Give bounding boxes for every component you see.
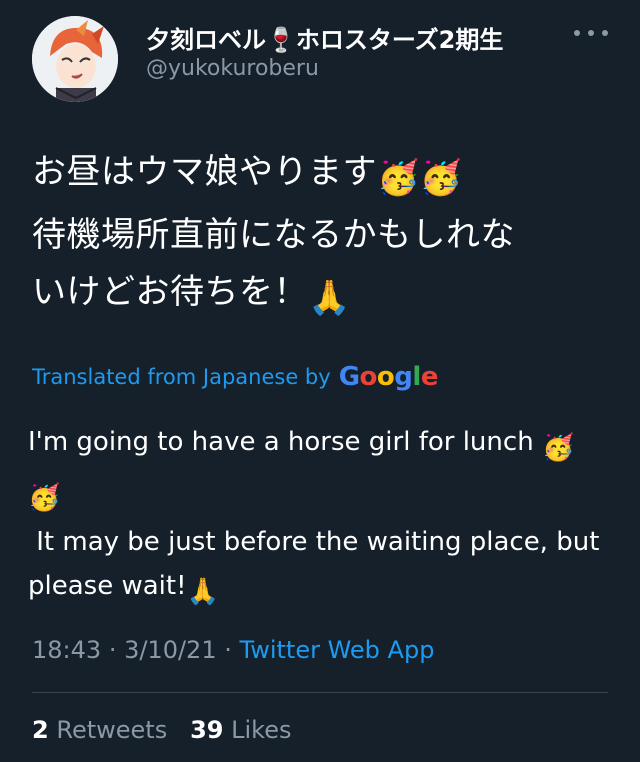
tweet-source-link[interactable]: Twitter Web App [240, 636, 435, 664]
translation-attribution[interactable]: Translated from Japanese by Google [32, 362, 438, 392]
retweets-label: Retweets [56, 716, 168, 744]
separator: · [108, 636, 125, 664]
party-face-emoji: 🥳 [377, 158, 420, 198]
avatar-image [32, 16, 118, 102]
tweet-text: お昼はウマ娘やります🥳🥳 待機場所直前になるかもしれな いけどお待ちを！🙏 [32, 144, 612, 327]
retweets-count: 2 [32, 716, 49, 744]
display-name[interactable]: 夕刻ロベル🍷ホロスターズ2期生 [146, 20, 503, 55]
divider [32, 692, 608, 693]
dot [588, 30, 594, 36]
likes-label: Likes [231, 716, 292, 744]
likes-count: 39 [190, 716, 224, 744]
tweet-stats: 2 Retweets 39 Likes [32, 716, 292, 744]
google-logo: Google [338, 362, 439, 392]
retweets-stat[interactable]: 2 Retweets [32, 716, 167, 744]
more-options-icon[interactable] [574, 20, 608, 46]
folded-hands-emoji: 🙏 [186, 577, 219, 607]
user-handle[interactable]: @yukokuroberu [146, 56, 319, 81]
separator: · [224, 636, 240, 664]
party-face-emoji: 🥳 [541, 433, 575, 463]
dot [574, 30, 580, 36]
tweet-date[interactable]: 3/10/21 [124, 636, 217, 664]
translated-text: I'm going to have a horse girl for lunch… [28, 420, 608, 614]
tweet-meta: 18:43 · 3/10/21 · Twitter Web App [32, 636, 434, 664]
party-face-emoji: 🥳 [419, 158, 463, 198]
party-face-emoji: 🥳 [28, 483, 61, 513]
translation-line-1: I'm going to have a horse girl for lunch [28, 427, 542, 457]
tweet-line-2: 待機場所直前になるかもしれな [32, 215, 515, 255]
translation-line-4: please wait! [28, 571, 187, 601]
tweet-line-3: いけどお待ちを！ [32, 272, 308, 312]
dot [602, 30, 608, 36]
likes-stat[interactable]: 39 Likes [190, 716, 291, 744]
tweet-line-1: お昼はウマ娘やります [32, 152, 377, 192]
folded-hands-emoji: 🙏 [308, 278, 351, 318]
tweet-time[interactable]: 18:43 [32, 636, 101, 664]
avatar[interactable] [32, 16, 118, 102]
translation-line-3: It may be just before the waiting place,… [28, 527, 600, 557]
translated-label: Translated from Japanese by [32, 365, 331, 389]
